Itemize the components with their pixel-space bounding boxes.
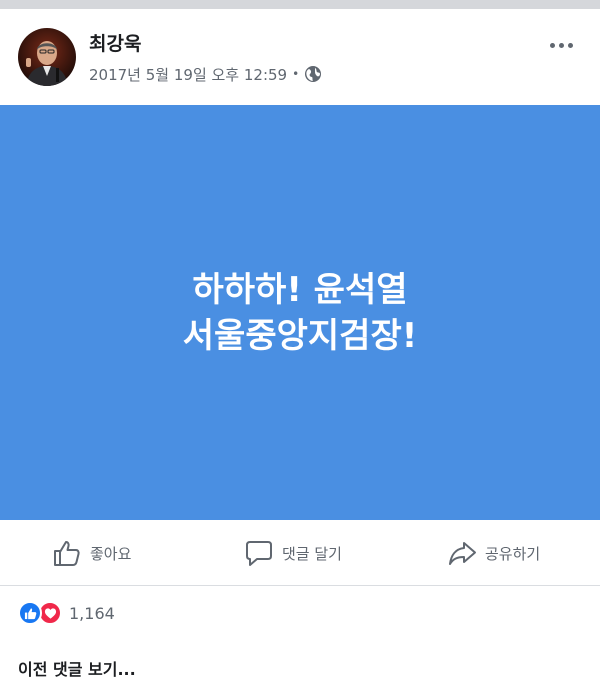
- post-timestamp[interactable]: 2017년 5월 19일 오후 12:59: [89, 64, 287, 85]
- reaction-count: 1,164: [69, 603, 115, 623]
- post-image-text: 하하하! 윤석열 서울중앙지검장!: [183, 267, 417, 359]
- comment-bubble-icon: [246, 541, 272, 566]
- like-label: 좋아요: [90, 544, 132, 563]
- more-dot: [567, 42, 573, 48]
- post-actions-bar: 좋아요 댓글 달기 공유하기: [0, 520, 600, 586]
- author-name[interactable]: 최강욱: [89, 29, 141, 56]
- like-button[interactable]: 좋아요: [52, 538, 131, 568]
- reactions-summary[interactable]: 1,164: [18, 600, 115, 626]
- more-dot: [549, 42, 555, 48]
- share-label: 공유하기: [485, 544, 541, 563]
- share-button[interactable]: 공유하기: [447, 538, 540, 568]
- post-image-line-2: 서울중앙지검장!: [182, 315, 418, 356]
- top-divider: [0, 0, 600, 9]
- like-reaction-icon: [18, 601, 42, 625]
- post-header: 최강욱 2017년 5월 19일 오후 12:59 •: [0, 9, 600, 105]
- post-meta: 2017년 5월 19일 오후 12:59 •: [89, 64, 322, 84]
- meta-separator: •: [292, 67, 300, 81]
- post-image-line-1: 하하하! 윤석열: [192, 269, 408, 310]
- globe-icon[interactable]: [304, 65, 322, 83]
- view-previous-comments-link[interactable]: 이전 댓글 보기...: [18, 656, 136, 680]
- more-dot: [558, 42, 564, 48]
- thumbs-up-icon: [54, 541, 80, 566]
- avatar[interactable]: [18, 28, 76, 86]
- comment-button[interactable]: 댓글 달기: [244, 538, 342, 568]
- share-arrow-icon: [449, 542, 476, 565]
- more-options-icon[interactable]: [543, 36, 579, 54]
- post-image[interactable]: 하하하! 윤석열 서울중앙지검장!: [0, 105, 600, 520]
- comment-label: 댓글 달기: [282, 544, 342, 563]
